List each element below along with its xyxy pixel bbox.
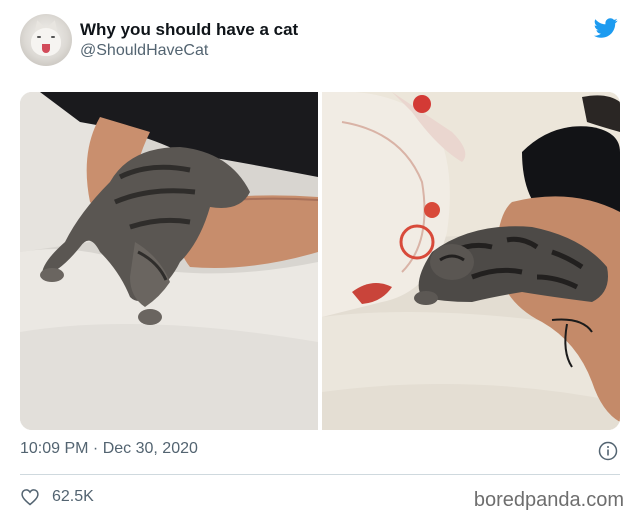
author-name[interactable]: Why you should have a cat: [80, 20, 298, 40]
author-avatar[interactable]: [20, 14, 72, 66]
twitter-bird-icon[interactable]: [592, 16, 620, 40]
footer-divider: [20, 474, 620, 475]
tweet-header: Why you should have a cat @ShouldHaveCat: [20, 14, 620, 68]
photo-kitten-on-arm-1[interactable]: [20, 92, 318, 430]
tweet-timestamp[interactable]: 10:09 PM · Dec 30, 2020: [20, 440, 198, 458]
info-icon[interactable]: [598, 441, 618, 461]
photo-kitten-on-arm-2[interactable]: [322, 92, 620, 430]
like-button[interactable]: 62.5K: [20, 486, 94, 508]
heart-icon[interactable]: [20, 487, 40, 507]
like-count: 62.5K: [52, 488, 94, 505]
boredpanda-watermark: boredpanda.com: [473, 489, 624, 511]
tweet-media[interactable]: [20, 92, 620, 430]
author-handle[interactable]: @ShouldHaveCat: [80, 42, 208, 60]
